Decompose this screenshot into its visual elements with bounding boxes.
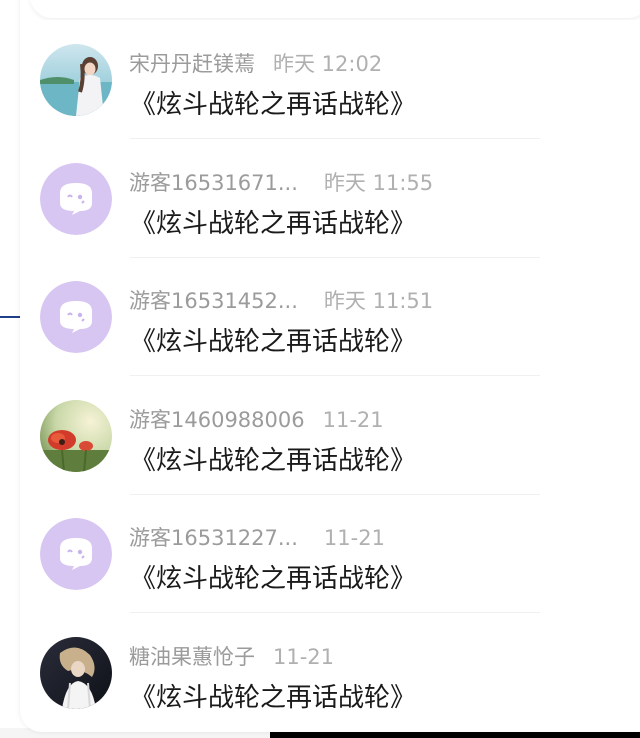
comment-item[interactable]: 游客16531671... 昨天 11:55 《炫斗战轮之再话战轮》 — [20, 159, 640, 278]
divider — [130, 493, 540, 495]
photo-woman-lake-icon — [40, 44, 112, 116]
comment-author[interactable]: 游客16531227... — [129, 526, 298, 550]
comment-time: 11-21 — [323, 526, 385, 550]
photo-person-dark-icon — [40, 636, 112, 709]
comment-time: 昨天 11:55 — [323, 170, 434, 195]
comment-item[interactable]: 游客1460988006 11-21 《炫斗战轮之再话战轮》 — [20, 396, 640, 515]
default-avatar-icon — [40, 281, 112, 353]
panel-header-bar: 收起 — [30, 0, 640, 18]
comment-item[interactable]: 宋丹丹赶镁蔫 昨天 12:02 《炫斗战轮之再话战轮》 — [20, 40, 640, 159]
comment-author[interactable]: 糖油果蕙怆子 — [129, 645, 255, 669]
avatar[interactable] — [40, 44, 112, 116]
screen: 收起 — [0, 0, 640, 738]
comment-author[interactable]: 游客1460988006 — [129, 408, 305, 432]
default-avatar-icon — [40, 162, 112, 235]
comment-text: 《炫斗战轮之再话战轮》 — [130, 564, 417, 594]
comment-author[interactable]: 游客16531671... — [129, 171, 298, 195]
avatar[interactable] — [40, 162, 112, 235]
comment-meta: 游客1460988006 11-21 — [129, 404, 384, 434]
comment-meta: 宋丹丹赶镁蔫 昨天 12:02 — [129, 48, 382, 78]
comment-meta: 游客16531671... 昨天 11:55 — [129, 167, 433, 197]
divider — [130, 375, 540, 376]
comment-text: 《炫斗战轮之再话战轮》 — [130, 445, 417, 476]
comment-time: 11-21 — [273, 644, 335, 669]
comments-panel: 收起 — [20, 0, 640, 732]
avatar[interactable] — [40, 636, 112, 709]
comment-meta: 游客16531227... 11-21 — [129, 522, 385, 552]
divider — [130, 612, 540, 613]
comment-author[interactable]: 宋丹丹赶镁蔫 — [129, 52, 255, 76]
comment-meta: 游客16531452... 昨天 11:51 — [129, 285, 433, 315]
avatar[interactable] — [40, 518, 112, 590]
comment-time: 11-21 — [322, 407, 384, 432]
divider — [130, 256, 540, 258]
comment-text: 《炫斗战轮之再话战轮》 — [130, 90, 417, 120]
comment-meta: 糖油果蕙怆子 11-21 — [129, 641, 334, 671]
avatar[interactable] — [40, 399, 112, 472]
comment-text: 《炫斗战轮之再话战轮》 — [130, 327, 417, 357]
comment-author[interactable]: 游客16531452... — [129, 289, 298, 313]
comment-item[interactable]: 糖油果蕙怆子 11-21 《炫斗战轮之再话战轮》 — [20, 633, 640, 738]
comment-list: 宋丹丹赶镁蔫 昨天 12:02 《炫斗战轮之再话战轮》 游客16531671..… — [20, 40, 640, 738]
comment-time: 昨天 11:51 — [323, 289, 434, 313]
panel-header: 收起 — [20, 0, 640, 20]
comment-item[interactable]: 游客16531227... 11-21 《炫斗战轮之再话战轮》 — [20, 514, 640, 633]
divider — [130, 138, 540, 139]
comment-time: 昨天 12:02 — [273, 52, 383, 76]
avatar[interactable] — [40, 281, 112, 353]
comment-item[interactable]: 游客16531452... 昨天 11:51 《炫斗战轮之再话战轮》 — [20, 277, 640, 396]
photo-red-flowers-icon — [40, 399, 112, 472]
default-avatar-icon — [40, 518, 112, 590]
comment-text: 《炫斗战轮之再话战轮》 — [130, 208, 417, 239]
comment-text: 《炫斗战轮之再话战轮》 — [130, 682, 417, 713]
